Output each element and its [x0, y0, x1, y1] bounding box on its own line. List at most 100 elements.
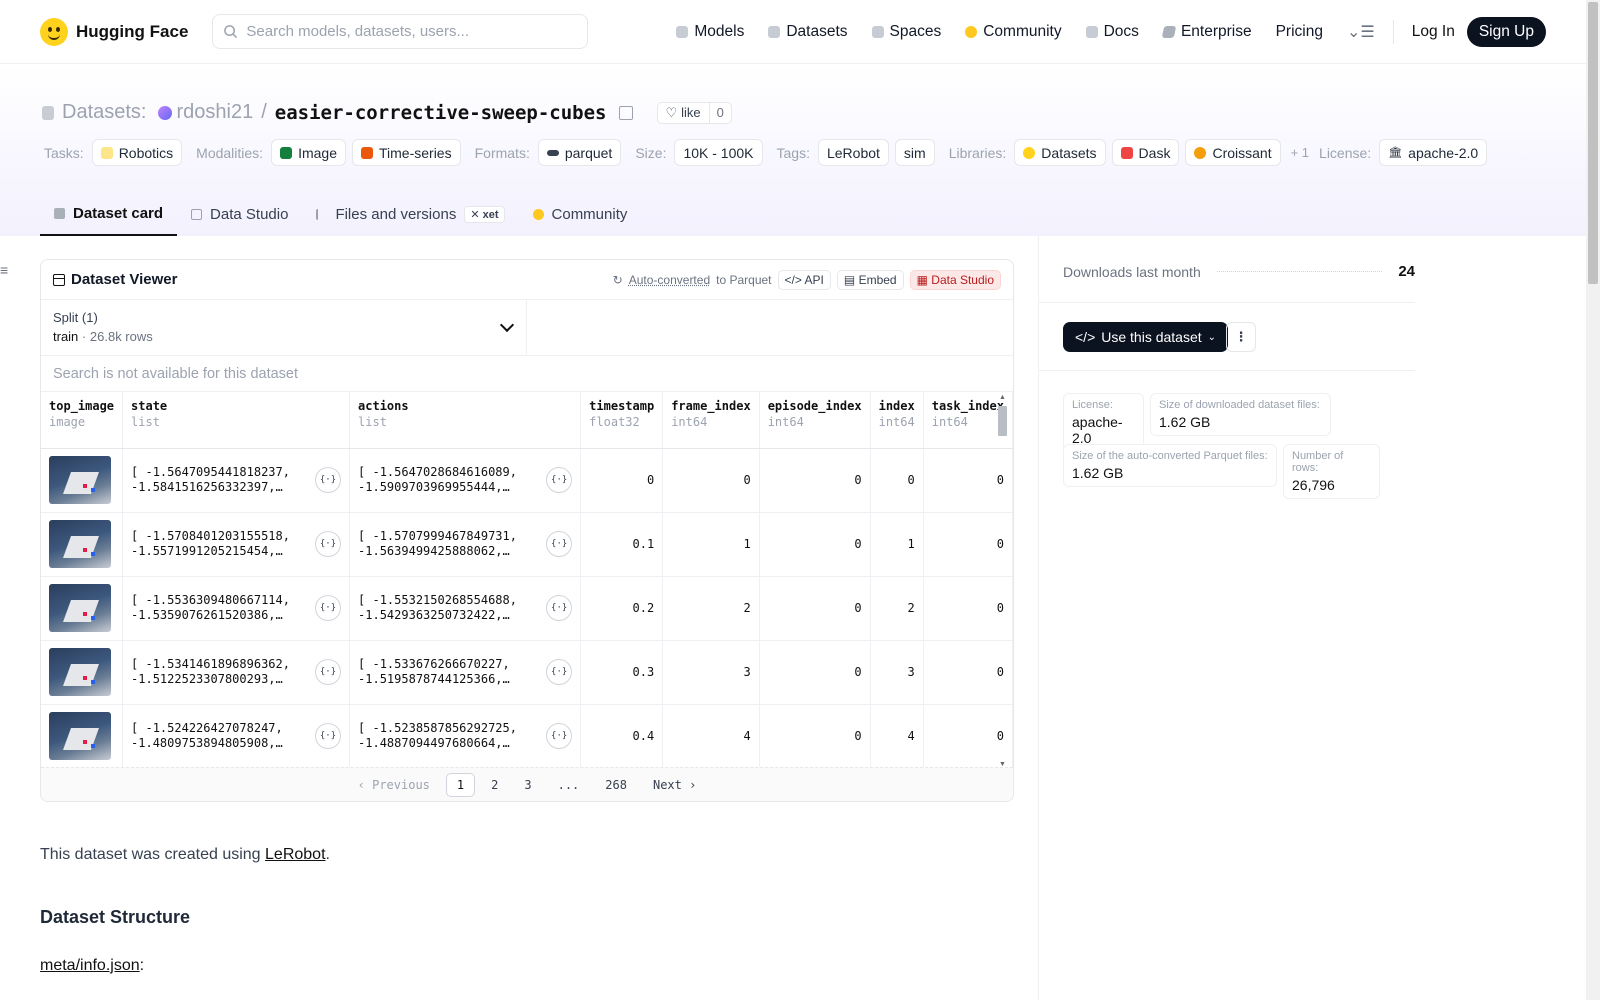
- nav-community[interactable]: Community: [953, 23, 1073, 41]
- tag-dask[interactable]: Dask: [1111, 139, 1180, 166]
- actions-cell[interactable]: [ -1.5532150268554688, -1.542936325073242…: [349, 576, 582, 641]
- more-menu-icon[interactable]: ⌄☰: [1335, 22, 1387, 42]
- expand-json-icon[interactable]: {·}: [546, 467, 573, 493]
- data-studio-button[interactable]: ▦ Data Studio: [909, 269, 1001, 290]
- tag-size[interactable]: 10K - 100K: [674, 139, 763, 166]
- lerobot-link[interactable]: LeRobot: [265, 846, 326, 863]
- column-header[interactable]: timestamp float32: [580, 392, 664, 449]
- copy-icon[interactable]: [618, 105, 633, 120]
- robot-image-thumbnail[interactable]: [49, 456, 111, 504]
- table-row[interactable]: [ -1.524226427078247, -1.4809753894805908…: [41, 704, 1013, 769]
- tag-lerobot[interactable]: LeRobot: [817, 139, 889, 166]
- nav-spaces[interactable]: Spaces: [860, 23, 954, 41]
- tab-dataset-card[interactable]: Dataset card: [40, 193, 178, 236]
- tag-license[interactable]: 🏛 apache-2.0: [1379, 139, 1488, 166]
- like-button[interactable]: ♡ like 0: [656, 101, 732, 124]
- more-options-icon[interactable]: ⋮: [1226, 322, 1256, 352]
- column-header[interactable]: index int64: [870, 392, 924, 449]
- nav-models[interactable]: Models: [664, 23, 756, 41]
- column-header[interactable]: state list: [122, 392, 351, 449]
- page-scrollbar[interactable]: [1586, 0, 1600, 1000]
- tab-files[interactable]: Files and versions ✕ xet: [302, 193, 518, 236]
- robot-image-thumbnail[interactable]: [49, 520, 111, 568]
- table-scrollbar[interactable]: ▲ ▼: [997, 394, 1007, 768]
- next-page-button[interactable]: Next ›: [643, 774, 706, 796]
- page-last[interactable]: 268: [595, 774, 637, 796]
- tab-data-studio[interactable]: Data Studio: [177, 193, 302, 236]
- expand-json-icon[interactable]: {·}: [315, 659, 342, 685]
- table-row[interactable]: [ -1.5341461896896362, -1.512252330780029…: [41, 640, 1013, 705]
- image-cell[interactable]: [41, 512, 124, 577]
- signup-button[interactable]: Sign Up: [1466, 16, 1546, 47]
- scroll-up-icon[interactable]: ▲: [999, 394, 1006, 401]
- use-dataset-button[interactable]: </> Use this dataset ⌄: [1063, 322, 1229, 352]
- expand-json-icon[interactable]: {·}: [546, 595, 573, 621]
- page-1[interactable]: 1: [445, 772, 476, 797]
- expand-json-icon[interactable]: {·}: [546, 659, 573, 685]
- libraries-more[interactable]: + 1: [1291, 145, 1309, 160]
- global-search[interactable]: [212, 14, 589, 49]
- tag-image[interactable]: Image: [271, 139, 346, 166]
- expand-json-icon[interactable]: {·}: [315, 595, 342, 621]
- repo-name[interactable]: easier-corrective-sweep-cubes: [275, 102, 607, 124]
- repo-owner[interactable]: rdoshi21: [176, 101, 253, 124]
- tag-datasets-lib[interactable]: Datasets: [1014, 139, 1106, 166]
- page-scrollbar-thumb[interactable]: [1588, 2, 1598, 284]
- expand-json-icon[interactable]: {·}: [315, 531, 342, 557]
- top-nav: Hugging Face Models Datasets Spaces Comm…: [0, 0, 1586, 64]
- tag-parquet[interactable]: parquet: [537, 139, 622, 166]
- expand-json-icon[interactable]: {·}: [315, 467, 342, 493]
- table-row[interactable]: [ -1.5536309480667114, -1.535907626152038…: [41, 576, 1013, 641]
- prev-page-button[interactable]: ‹ Previous: [348, 774, 440, 796]
- actions-cell[interactable]: [ -1.5238587856292725, -1.488709449768066…: [349, 704, 582, 769]
- tag-croissant[interactable]: Croissant: [1185, 139, 1281, 166]
- robot-image-thumbnail[interactable]: [49, 648, 111, 696]
- column-header[interactable]: actions list: [349, 392, 582, 449]
- actions-cell[interactable]: [ -1.5647028684616089, -1.590970396995544…: [349, 448, 582, 513]
- brand-logo[interactable]: Hugging Face: [40, 17, 188, 46]
- toc-toggle-icon[interactable]: ≡: [0, 262, 8, 278]
- page-2[interactable]: 2: [481, 774, 508, 796]
- auto-converted-link[interactable]: Auto-converted: [629, 273, 710, 287]
- stat-parquet-size: Size of the auto-converted Parquet files…: [1063, 444, 1277, 487]
- scrollbar-thumb[interactable]: [998, 406, 1007, 436]
- split-selector[interactable]: Split (1) train · 26.8k rows: [41, 300, 527, 355]
- image-cell[interactable]: [41, 448, 124, 513]
- api-button[interactable]: </> API: [777, 269, 831, 290]
- column-header[interactable]: top_image image: [41, 392, 124, 449]
- expand-json-icon[interactable]: {·}: [546, 531, 573, 557]
- column-header[interactable]: episode_index int64: [759, 392, 871, 449]
- embed-button[interactable]: ▤ Embed: [836, 269, 904, 290]
- page-3[interactable]: 3: [514, 774, 541, 796]
- tag-sim[interactable]: sim: [894, 139, 935, 166]
- image-cell[interactable]: [41, 704, 124, 769]
- table-row[interactable]: [ -1.5647095441818237, -1.584151625633239…: [41, 448, 1013, 513]
- table-row[interactable]: [ -1.5708401203155518, -1.557199120521545…: [41, 512, 1013, 577]
- nav-pricing[interactable]: Pricing: [1264, 23, 1335, 41]
- tag-robotics[interactable]: Robotics: [91, 139, 183, 166]
- meta-info-link[interactable]: meta/info.json: [40, 957, 140, 974]
- search-input[interactable]: [246, 23, 567, 40]
- state-cell[interactable]: [ -1.524226427078247, -1.4809753894805908…: [122, 704, 351, 769]
- state-cell[interactable]: [ -1.5647095441818237, -1.584151625633239…: [122, 448, 351, 513]
- expand-json-icon[interactable]: {·}: [546, 723, 573, 749]
- robot-image-thumbnail[interactable]: [49, 712, 111, 760]
- robot-image-thumbnail[interactable]: [49, 584, 111, 632]
- expand-json-icon[interactable]: {·}: [315, 723, 342, 749]
- state-cell[interactable]: [ -1.5708401203155518, -1.557199120521545…: [122, 512, 351, 577]
- nav-docs[interactable]: Docs: [1074, 23, 1151, 41]
- login-button[interactable]: Log In: [1400, 23, 1467, 41]
- column-header[interactable]: frame_index int64: [662, 392, 760, 449]
- repo-tabs: Dataset card Data Studio Files and versi…: [40, 193, 641, 236]
- state-cell[interactable]: [ -1.5341461896896362, -1.512252330780029…: [122, 640, 351, 705]
- state-cell[interactable]: [ -1.5536309480667114, -1.535907626152038…: [122, 576, 351, 641]
- actions-cell[interactable]: [ -1.533676266670227, -1.5195878744125366…: [349, 640, 582, 705]
- nav-enterprise[interactable]: Enterprise: [1151, 23, 1264, 41]
- image-cell[interactable]: [41, 640, 124, 705]
- image-cell[interactable]: [41, 576, 124, 641]
- tag-time-series[interactable]: Time-series: [352, 139, 461, 166]
- actions-cell[interactable]: [ -1.5707999467849731, -1.563949942588806…: [349, 512, 582, 577]
- nav-datasets[interactable]: Datasets: [756, 23, 859, 41]
- tab-community[interactable]: Community: [519, 193, 642, 236]
- repo-type-label[interactable]: Datasets:: [62, 101, 146, 124]
